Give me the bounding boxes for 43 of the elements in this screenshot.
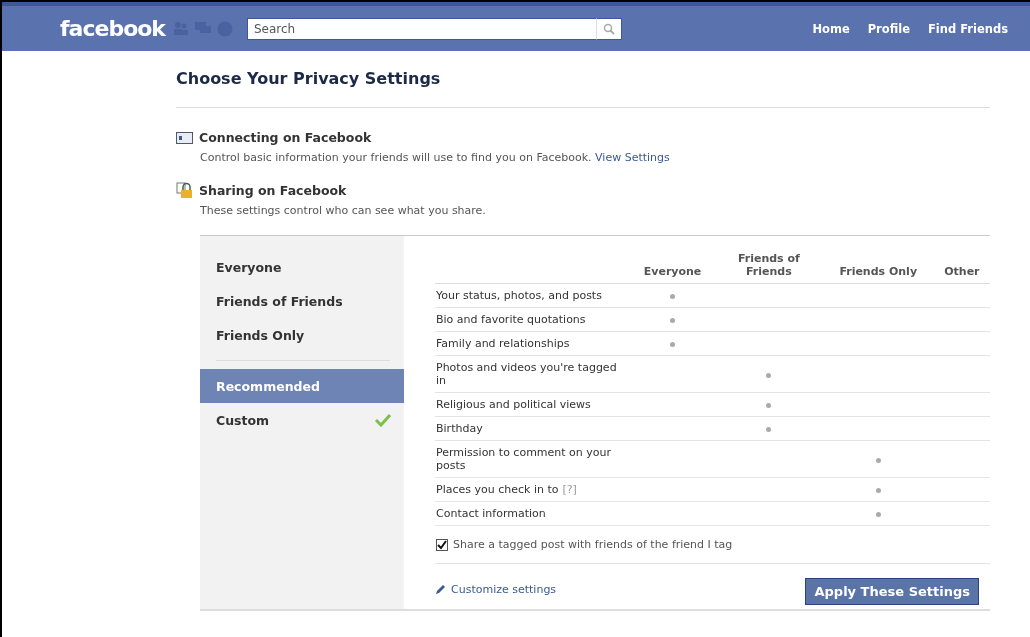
column-header: Everyone <box>643 265 702 278</box>
pencil-icon <box>435 584 446 595</box>
audience-option[interactable]: Custom <box>200 403 404 437</box>
setting-label: Contact information <box>435 501 630 526</box>
setting-label: Family and relationships <box>435 331 630 356</box>
column-header: Friends Only <box>839 265 918 278</box>
column-header: Friends of Friends <box>736 252 801 278</box>
section-description: Control basic information your friends will use to find you on Facebook. View Settings <box>200 151 671 164</box>
option-label: Friends Only <box>216 327 305 343</box>
section-description: These settings control who can see what you share. <box>200 204 487 217</box>
lock-icon <box>176 182 193 198</box>
view-settings-link[interactable]: View Settings <box>595 151 670 164</box>
option-label: Friends of Friends <box>216 293 343 309</box>
page-title: Choose Your Privacy Settings <box>176 69 442 88</box>
customize-settings-link[interactable]: Customize settings <box>435 583 557 596</box>
apply-button[interactable]: Apply These Settings <box>805 578 979 605</box>
audience-option[interactable]: Everyone <box>200 250 404 284</box>
section-heading: Connecting on Facebook <box>199 130 372 145</box>
setting-label: Birthday <box>435 416 630 441</box>
setting-label: Bio and favorite quotations <box>435 307 630 332</box>
search-field[interactable]: Search <box>247 17 596 40</box>
card-icon <box>176 131 193 144</box>
setting-label: Your status, photos, and posts <box>435 283 630 308</box>
option-label: Everyone <box>216 259 282 275</box>
audience-option[interactable]: Friends Only <box>200 318 404 352</box>
setting-label: Places you check in to [?] <box>435 477 630 502</box>
section-heading: Sharing on Facebook <box>199 182 347 198</box>
checkbox[interactable] <box>436 538 448 551</box>
audience-option[interactable]: Recommended <box>200 369 404 403</box>
nav-link[interactable]: Find Friends <box>927 21 1008 36</box>
setting-label: Photos and videos you're tagged in <box>435 355 630 393</box>
audience-option[interactable]: Friends of Friends <box>200 284 404 318</box>
setting-label: Permission to comment on your posts <box>435 440 630 478</box>
search-icon[interactable] <box>603 22 615 35</box>
option-label: Recommended <box>216 378 320 394</box>
checkbox-label: Share a tagged post with friends of the friend I tag <box>453 538 733 551</box>
option-label: Custom <box>216 412 270 428</box>
setting-label: Religious and political views <box>435 392 630 417</box>
nav-link[interactable]: Profile <box>867 21 910 36</box>
column-header: Other <box>944 265 980 278</box>
help-link[interactable]: [?] <box>562 483 577 496</box>
nav-link[interactable]: Home <box>812 21 850 36</box>
logo[interactable]: facebook <box>60 16 165 41</box>
